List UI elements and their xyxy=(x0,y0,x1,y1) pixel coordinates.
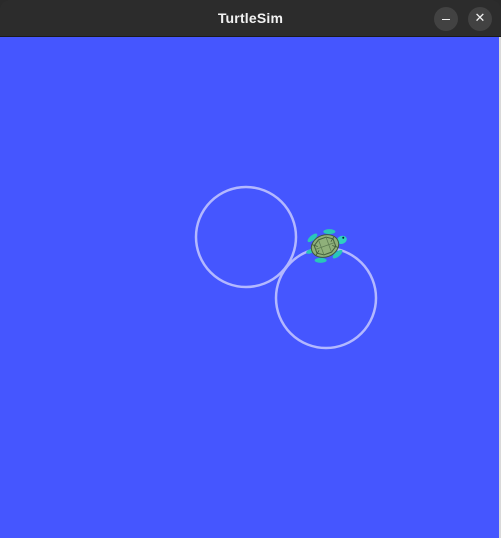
window-title: TurtleSim xyxy=(217,10,284,26)
circle-path-1 xyxy=(194,185,298,289)
close-button[interactable]: ✕ xyxy=(468,7,492,31)
minimize-icon xyxy=(442,18,450,21)
turtlesim-window: TurtleSim ✕ xyxy=(0,0,501,538)
close-icon: ✕ xyxy=(474,11,486,26)
drawing-surface xyxy=(194,185,378,350)
title-bar[interactable]: TurtleSim ✕ xyxy=(0,0,501,37)
circle-path-2 xyxy=(274,246,378,350)
turtle-icon xyxy=(306,229,347,263)
minimize-button[interactable] xyxy=(434,7,458,31)
turtle-canvas xyxy=(0,37,499,538)
